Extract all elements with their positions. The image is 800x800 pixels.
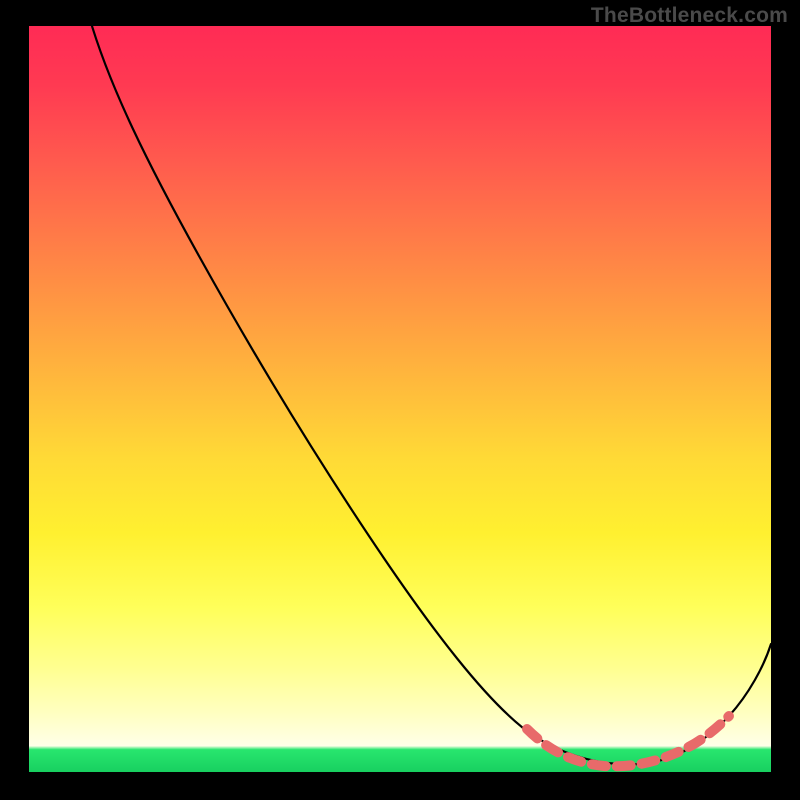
- chart-frame: TheBottleneck.com: [0, 0, 800, 800]
- highlight-segment: [527, 716, 729, 766]
- bottleneck-curve: [89, 16, 771, 764]
- watermark-text: TheBottleneck.com: [591, 4, 788, 28]
- plot-area: [29, 26, 771, 772]
- curve-layer: [29, 26, 771, 772]
